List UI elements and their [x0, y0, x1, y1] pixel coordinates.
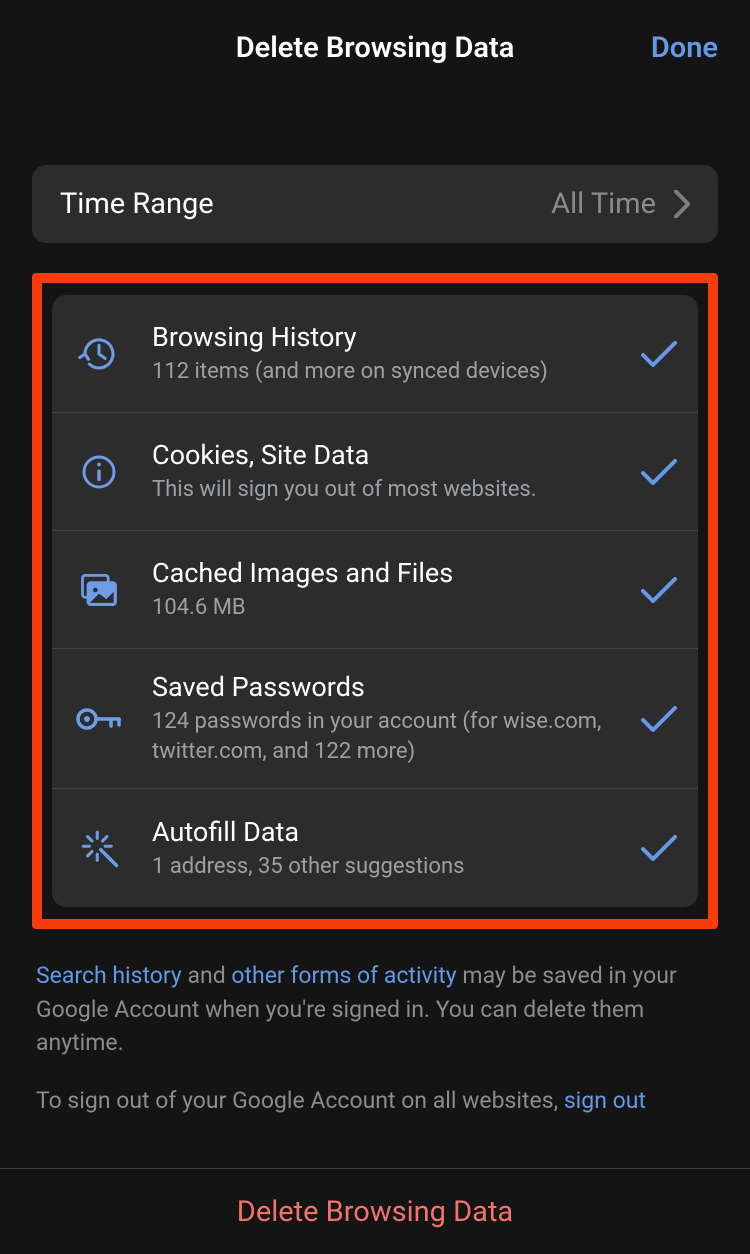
row-title: Cookies, Site Data — [152, 439, 630, 471]
row-cookies[interactable]: Cookies, Site Data This will sign you ou… — [52, 413, 698, 531]
row-subtitle: 124 passwords in your account (for wise.… — [152, 707, 630, 766]
row-text: Browsing History 112 items (and more on … — [152, 321, 640, 387]
data-type-list: Browsing History 112 items (and more on … — [52, 295, 698, 907]
footer-note: Search history and other forms of activi… — [32, 959, 718, 1059]
time-range-row[interactable]: Time Range All Time — [32, 165, 718, 243]
delete-browsing-data-button[interactable]: Delete Browsing Data — [237, 1195, 513, 1229]
time-range-right: All Time — [551, 187, 690, 221]
row-title: Browsing History — [152, 321, 630, 353]
row-cached[interactable]: Cached Images and Files 104.6 MB — [52, 531, 698, 649]
check-icon — [640, 833, 678, 863]
row-passwords[interactable]: Saved Passwords 124 passwords in your ac… — [52, 649, 698, 789]
row-browsing-history[interactable]: Browsing History 112 items (and more on … — [52, 295, 698, 413]
page-title: Delete Browsing Data — [236, 31, 515, 65]
row-text: Cached Images and Files 104.6 MB — [152, 557, 640, 623]
footer-text-1: and — [182, 962, 232, 989]
check-icon — [640, 339, 678, 369]
signout-note: To sign out of your Google Account on al… — [32, 1087, 718, 1132]
highlight-box: Browsing History 112 items (and more on … — [32, 273, 718, 929]
content: Time Range All Time Browsing History — [0, 165, 750, 1132]
signout-link[interactable]: sign out — [564, 1087, 646, 1114]
row-text: Saved Passwords 124 passwords in your ac… — [152, 671, 640, 766]
check-icon — [640, 575, 678, 605]
info-icon — [72, 445, 126, 499]
done-button[interactable]: Done — [651, 31, 718, 65]
search-history-link[interactable]: Search history — [36, 962, 182, 989]
row-title: Saved Passwords — [152, 671, 630, 703]
row-subtitle: 104.6 MB — [152, 593, 630, 623]
history-icon — [72, 327, 126, 381]
key-icon — [72, 692, 126, 746]
signout-text: To sign out of your Google Account on al… — [36, 1087, 564, 1114]
row-text: Cookies, Site Data This will sign you ou… — [152, 439, 640, 505]
images-icon — [72, 563, 126, 617]
row-subtitle: 1 address, 35 other suggestions — [152, 852, 630, 882]
check-icon — [640, 704, 678, 734]
row-subtitle: 112 items (and more on synced devices) — [152, 357, 630, 387]
time-range-value: All Time — [551, 187, 656, 221]
check-icon — [640, 457, 678, 487]
row-title: Autofill Data — [152, 816, 630, 848]
autofill-wand-icon — [72, 821, 126, 875]
row-autofill[interactable]: Autofill Data 1 address, 35 other sugges… — [52, 789, 698, 907]
bottom-bar: Delete Browsing Data — [0, 1168, 750, 1254]
time-range-label: Time Range — [60, 187, 214, 221]
chevron-right-icon — [674, 190, 690, 218]
header: Delete Browsing Data Done — [0, 0, 750, 95]
row-text: Autofill Data 1 address, 35 other sugges… — [152, 816, 640, 882]
other-activity-link[interactable]: other forms of activity — [231, 962, 456, 989]
row-title: Cached Images and Files — [152, 557, 630, 589]
row-subtitle: This will sign you out of most websites. — [152, 475, 630, 505]
